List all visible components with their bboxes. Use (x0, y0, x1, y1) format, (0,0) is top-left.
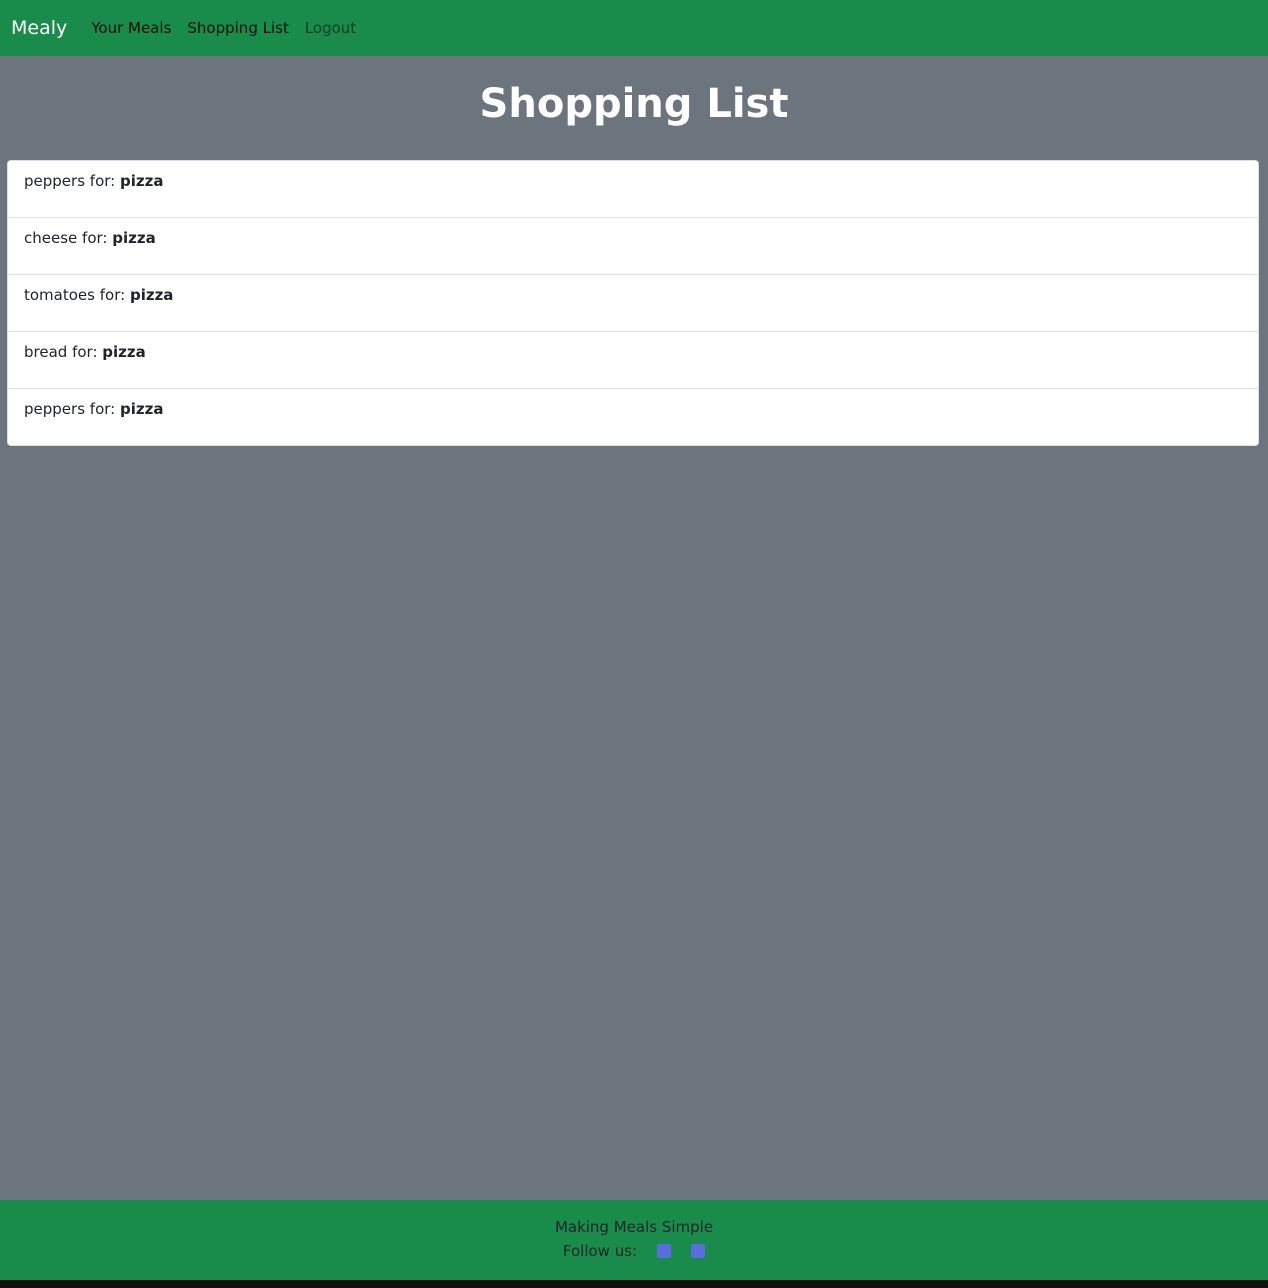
ingredient-name: bread (24, 343, 68, 361)
for-label: for: (99, 286, 126, 304)
twitter-icon[interactable] (691, 1244, 706, 1258)
follow-label: Follow us: (562, 1242, 638, 1260)
ingredient-name: peppers (24, 400, 86, 418)
list-item: bread for: pizza (8, 332, 1258, 389)
page-title: Shopping List (479, 81, 789, 127)
footer-tagline: Making Meals Simple (554, 1218, 714, 1236)
nav-your-meals[interactable]: Your Meals (91, 19, 171, 37)
meal-name: pizza (120, 400, 164, 418)
ingredient-name: cheese (24, 229, 78, 247)
navbar: Mealy Your Meals Shopping List Logout (0, 0, 1268, 56)
shopping-list: peppers for: pizza cheese for: pizza tom… (7, 160, 1259, 446)
brand-link[interactable]: Mealy (11, 17, 67, 39)
ingredient-name: peppers (24, 172, 86, 190)
meal-name: pizza (112, 229, 156, 247)
for-label: for: (82, 229, 108, 247)
list-item: peppers for: pizza (8, 389, 1258, 445)
facebook-icon[interactable] (657, 1244, 672, 1258)
footer: Making Meals Simple Follow us: (0, 1200, 1268, 1280)
bottom-bar (0, 1280, 1268, 1288)
for-label: for: (89, 400, 116, 418)
meal-name: pizza (120, 172, 164, 190)
list-item: peppers for: pizza (8, 161, 1258, 218)
meal-name: pizza (102, 343, 146, 361)
ingredient-name: tomatoes (24, 286, 95, 304)
footer-follow: Follow us: (0, 1242, 1268, 1260)
list-item: tomatoes for: pizza (8, 275, 1258, 332)
meal-name: pizza (129, 286, 174, 304)
nav-shopping-list[interactable]: Shopping List (187, 19, 288, 37)
for-label: for: (89, 172, 116, 190)
for-label: for: (72, 343, 98, 361)
nav-logout[interactable]: Logout (305, 19, 356, 37)
list-item: cheese for: pizza (8, 218, 1258, 275)
